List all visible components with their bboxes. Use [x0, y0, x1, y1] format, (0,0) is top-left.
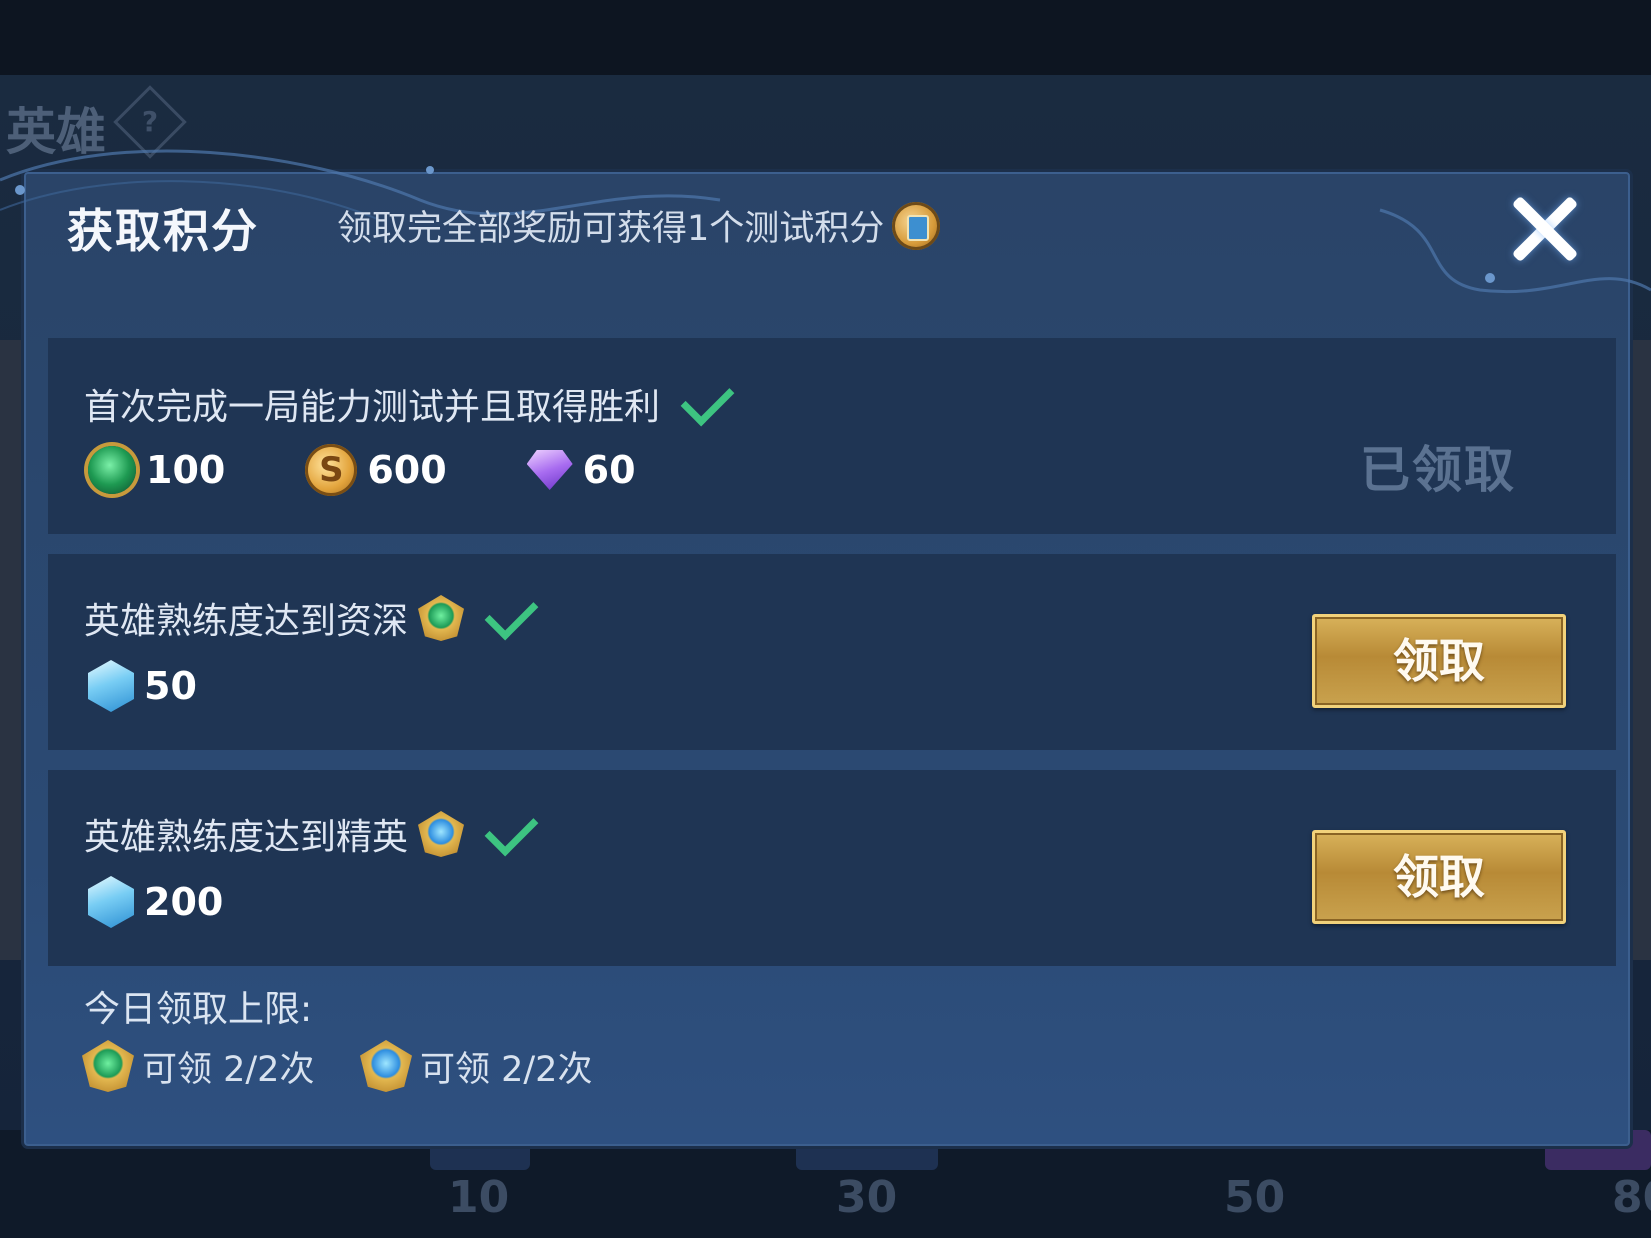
gold-coin-icon: S: [305, 444, 358, 496]
check-icon: [484, 586, 539, 640]
dialog-subtitle-text: 领取完全部奖励可获得1个测试积分: [337, 209, 885, 249]
purple-diamond-icon: [526, 450, 573, 490]
daily-limit-item: 可领 2/2次: [82, 1040, 314, 1092]
level-marker: 80: [1612, 1172, 1651, 1223]
daily-limit-text: 可领 2/2次: [420, 1049, 593, 1090]
task-name-text: 首次完成一局能力测试并且取得胜利: [84, 387, 661, 428]
green-mastery-badge-icon: [418, 595, 465, 641]
task-row: 英雄熟练度达到资深 50 领取: [48, 554, 1616, 750]
green-mastery-badge-icon: [82, 1040, 134, 1092]
reward-value: 60: [582, 448, 636, 492]
reward-item: 200: [88, 876, 223, 928]
check-icon: [484, 802, 539, 856]
task-name-text: 英雄熟练度达到资深: [84, 601, 409, 642]
reward-value: 100: [146, 448, 226, 492]
task-name-text: 英雄熟练度达到精英: [84, 817, 409, 858]
dialog-title: 获取积分: [67, 204, 259, 258]
reward-item: 50: [88, 660, 197, 712]
daily-limit-title: 今日领取上限:: [84, 989, 313, 1030]
reward-item: 60: [526, 448, 636, 492]
level-marker: 30: [836, 1172, 898, 1223]
close-button[interactable]: [1508, 192, 1580, 264]
left-hero-strip: [0, 340, 26, 960]
blue-crystal-icon: [88, 660, 134, 712]
blue-mastery-badge-icon: [418, 811, 465, 857]
task-name: 英雄熟练度达到资深: [84, 586, 539, 644]
blue-mastery-badge-icon: [360, 1040, 412, 1092]
reward-item: 100: [88, 446, 225, 494]
claim-button[interactable]: 领取: [1312, 830, 1566, 924]
background-section-title: 英雄: [6, 103, 106, 161]
task-name: 英雄熟练度达到精英: [84, 802, 539, 860]
level-marker: 50: [1224, 1172, 1286, 1223]
reward-value: 600: [367, 448, 447, 492]
check-icon: [680, 372, 735, 426]
reward-item: S 600: [305, 444, 447, 496]
reward-list: 100 S 600 60: [88, 444, 716, 496]
test-point-coin-icon: [892, 201, 941, 250]
dialog-subtitle: 领取完全部奖励可获得1个测试积分: [337, 200, 941, 251]
help-glyph: ?: [141, 105, 159, 138]
task-row: 首次完成一局能力测试并且取得胜利 100 S 600 60 已领取: [48, 338, 1616, 534]
reward-value: 50: [144, 664, 197, 708]
task-name: 首次完成一局能力测试并且取得胜利: [84, 372, 735, 430]
top-bar: [0, 0, 1651, 75]
daily-limit-item: 可领 2/2次: [360, 1040, 592, 1092]
blue-crystal-icon: [88, 876, 134, 928]
reward-list: 200: [88, 876, 303, 928]
level-marker: 10: [448, 1172, 510, 1223]
claimed-status: 已领取: [1360, 441, 1516, 499]
reward-value: 200: [144, 880, 224, 924]
claim-button[interactable]: 领取: [1312, 614, 1566, 708]
task-row: 英雄熟练度达到精英 200 领取: [48, 770, 1616, 966]
daily-limit-text: 可领 2/2次: [142, 1049, 315, 1090]
emerald-orb-icon: [88, 446, 136, 494]
reward-list: 50: [88, 660, 277, 712]
